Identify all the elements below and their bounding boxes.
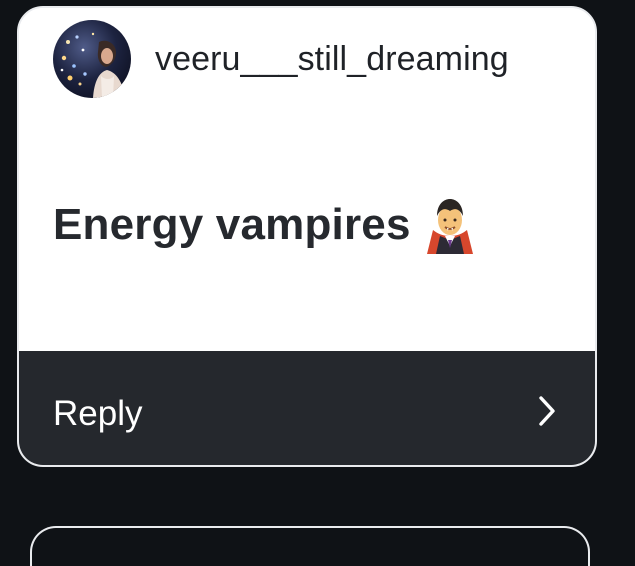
reply-label: Reply — [53, 394, 143, 433]
avatar[interactable] — [53, 20, 131, 98]
vampire-emoji-icon — [423, 196, 477, 254]
comment-body: veeru___still_dreaming Energy vampires — [19, 8, 595, 351]
comment-card: veeru___still_dreaming Energy vampires R… — [17, 6, 597, 467]
next-card-edge — [30, 526, 590, 566]
comment-message: Energy vampires — [53, 196, 477, 254]
username[interactable]: veeru___still_dreaming — [155, 40, 509, 79]
message-text: Energy vampires — [53, 200, 411, 249]
profile-photo-icon — [53, 20, 131, 98]
chevron-right-icon — [539, 396, 555, 426]
reply-button[interactable]: Reply — [19, 351, 595, 465]
